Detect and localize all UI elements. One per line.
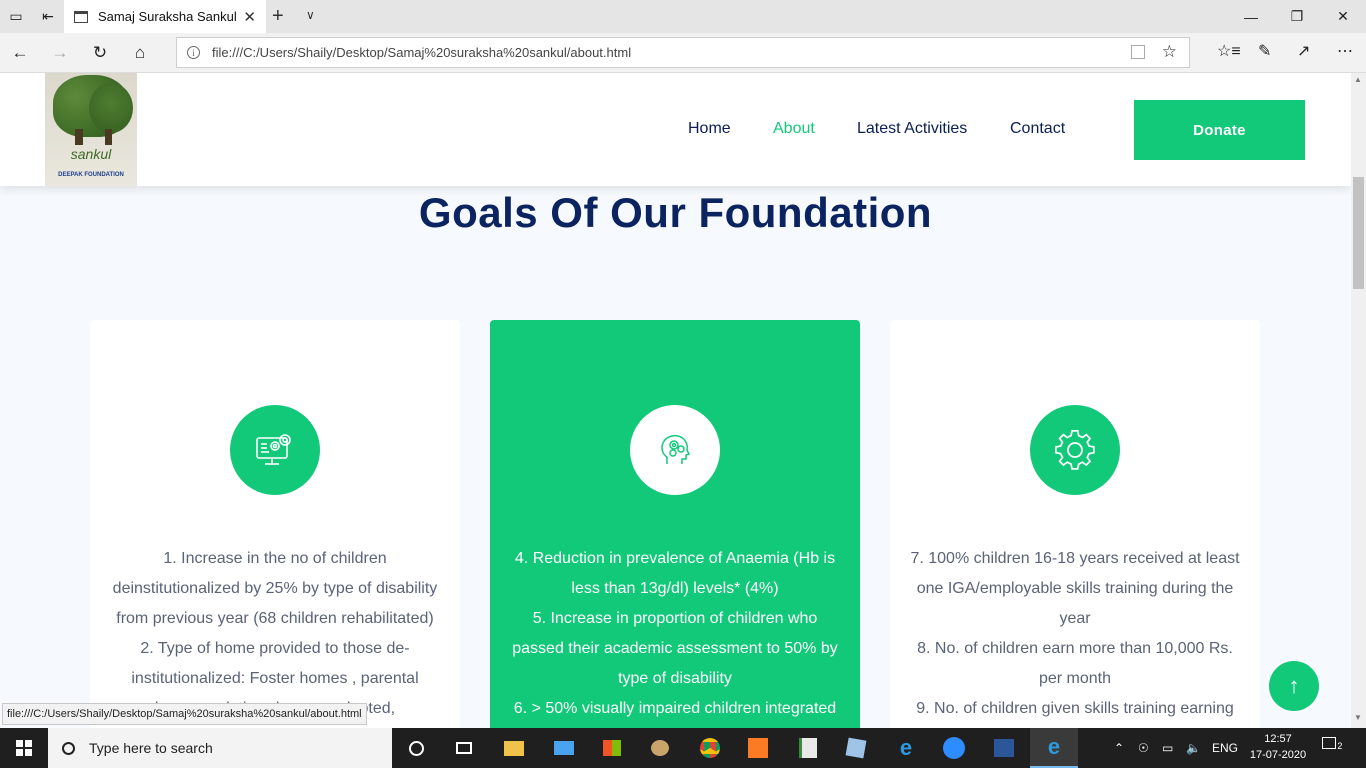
share-icon[interactable]: ↗	[1297, 41, 1310, 61]
goal-item: 7. 100% children 16-18 years received at…	[910, 550, 1240, 627]
nav-home[interactable]: Home	[688, 120, 731, 138]
language-indicator[interactable]: ENG	[1212, 728, 1238, 768]
logo-text: sankul	[70, 146, 112, 162]
close-window-icon[interactable]: ✕	[1320, 0, 1366, 33]
tree-graphic-2	[89, 83, 133, 133]
browser-tab-bar: ▭ ⇤ Samaj Suraksha Sankul ✕ + ∨ — ❐ ✕	[0, 0, 1366, 33]
pen-icon[interactable]: ✎	[1258, 41, 1271, 61]
minimize-icon[interactable]: —	[1228, 0, 1274, 33]
goal-item: 4. Reduction in prevalence of Anaemia (H…	[514, 550, 836, 597]
forward-icon[interactable]: →	[46, 40, 74, 66]
page-scrollbar[interactable]: ▲ ▼	[1351, 73, 1366, 728]
goal-card-1: 1. Increase in the no of children deinst…	[90, 320, 460, 728]
donate-button[interactable]: Donate	[1134, 100, 1305, 160]
scroll-up-icon[interactable]: ▲	[1354, 75, 1362, 84]
show-hidden-icons[interactable]: ⌃	[1114, 728, 1124, 768]
set-tabs-aside-icon[interactable]: ⇤	[32, 0, 64, 33]
back-to-top-button[interactable]: ↑	[1269, 661, 1319, 711]
favorites-icon[interactable]: ☆≡	[1217, 41, 1241, 61]
goal-text: 7. 100% children 16-18 years received at…	[908, 544, 1242, 724]
system-clock[interactable]: 12:57 17-07-2020	[1248, 731, 1308, 763]
nav-latest-activities[interactable]: Latest Activities	[857, 120, 967, 138]
notification-count: 2	[1337, 741, 1343, 751]
notification-center-icon[interactable]: 2	[1322, 737, 1344, 757]
chrome-icon[interactable]	[686, 728, 734, 768]
new-tab-icon[interactable]: +	[272, 5, 284, 28]
tab-title: Samaj Suraksha Sankul	[98, 9, 237, 24]
goal-item: 8. No. of children earn more than 10,000…	[917, 640, 1233, 687]
more-icon[interactable]: ⋯	[1337, 41, 1353, 61]
spreadsheet-icon[interactable]	[784, 728, 832, 768]
logo-subtext: DEEPAK FOUNDATION	[58, 172, 124, 178]
sankul-logo[interactable]: sankul DEEPAK FOUNDATION	[45, 73, 137, 186]
chevron-down-icon[interactable]: ∨	[306, 8, 315, 22]
windows-logo-icon	[16, 740, 32, 756]
tree-trunk-2	[105, 129, 112, 145]
arrow-up-icon: ↑	[1288, 673, 1300, 698]
goal-text: 4. Reduction in prevalence of Anaemia (H…	[508, 544, 842, 724]
refresh-icon[interactable]: ↻	[86, 40, 114, 66]
status-bar-url: file:///C:/Users/Shaily/Desktop/Samaj%20…	[2, 703, 367, 725]
goal-item: 1. Increase in the no of children deinst…	[112, 550, 438, 627]
goal-text: 1. Increase in the no of children deinst…	[108, 544, 442, 724]
home-icon[interactable]: ⌂	[126, 40, 154, 66]
url-field[interactable]: i file:///C:/Users/Shaily/Desktop/Samaj%…	[176, 37, 1190, 68]
reading-view-icon[interactable]	[1131, 45, 1145, 59]
file-explorer-icon[interactable]	[490, 728, 538, 768]
tree-trunk	[75, 129, 83, 145]
edge-icon[interactable]: e	[1030, 728, 1078, 768]
scrollbar-thumb[interactable]	[1353, 177, 1364, 289]
goal-icon-circle	[230, 405, 320, 495]
taskbar-search[interactable]: Type here to search	[48, 728, 392, 768]
store-icon[interactable]	[588, 728, 636, 768]
monitor-gears-icon	[256, 434, 291, 465]
zoom-icon[interactable]	[930, 728, 978, 768]
page-viewport: sankul DEEPAK FOUNDATION Home About Late…	[0, 73, 1351, 728]
desktop-app-icon[interactable]	[540, 728, 588, 768]
favorite-star-icon[interactable]: ☆	[1162, 42, 1177, 62]
page-icon	[74, 10, 88, 23]
virtualbox-icon[interactable]	[832, 728, 880, 768]
network-icon[interactable]: ☉	[1138, 728, 1149, 768]
tab-actions-icon[interactable]: ▭	[0, 0, 32, 33]
volume-icon[interactable]: 🔈	[1186, 728, 1201, 768]
url-text[interactable]: file:///C:/Users/Shaily/Desktop/Samaj%20…	[212, 45, 631, 60]
goal-card-2: 4. Reduction in prevalence of Anaemia (H…	[490, 320, 860, 728]
close-tab-icon[interactable]: ✕	[243, 8, 256, 26]
paint-icon[interactable]	[636, 728, 684, 768]
nav-contact[interactable]: Contact	[1010, 120, 1065, 138]
search-placeholder: Type here to search	[89, 740, 213, 756]
restore-icon[interactable]: ❐	[1274, 0, 1320, 33]
internet-explorer-icon[interactable]: e	[882, 728, 930, 768]
section-title: Goals Of Our Foundation	[418, 189, 933, 236]
windows-start-button[interactable]	[0, 728, 48, 768]
search-icon	[62, 741, 75, 755]
word-icon[interactable]	[980, 728, 1028, 768]
goal-item: 6. > 50% visually impaired children inte…	[513, 700, 837, 717]
scroll-down-icon[interactable]: ▼	[1354, 713, 1362, 722]
windows-taskbar: Type here to search e e ⌃ ☉ ▭ 🔈 ENG 12:5…	[0, 728, 1366, 768]
back-icon[interactable]: ←	[6, 40, 34, 66]
goal-card-3: 7. 100% children 16-18 years received at…	[890, 320, 1260, 728]
xampp-icon[interactable]	[734, 728, 782, 768]
info-icon[interactable]: i	[187, 46, 200, 59]
task-view-icon[interactable]	[440, 728, 488, 768]
address-bar: ← → ↻ ⌂ i file:///C:/Users/Shaily/Deskto…	[0, 33, 1366, 73]
battery-icon[interactable]: ▭	[1162, 728, 1173, 768]
cortana-icon[interactable]	[392, 728, 440, 768]
head-gears-icon	[661, 434, 691, 464]
goal-icon-circle	[630, 405, 720, 495]
site-header: sankul DEEPAK FOUNDATION Home About Late…	[0, 73, 1351, 186]
nav-about[interactable]: About	[773, 120, 815, 138]
goal-item: 9. No. of children given skills training…	[916, 700, 1234, 717]
clock-time: 12:57	[1264, 733, 1292, 745]
goal-item: 5. Increase in proportion of children wh…	[512, 610, 838, 687]
clock-date: 17-07-2020	[1249, 749, 1307, 761]
goal-icon-circle	[1030, 405, 1120, 495]
gear-icon	[1054, 429, 1095, 470]
browser-tab[interactable]: Samaj Suraksha Sankul ✕	[64, 0, 266, 33]
